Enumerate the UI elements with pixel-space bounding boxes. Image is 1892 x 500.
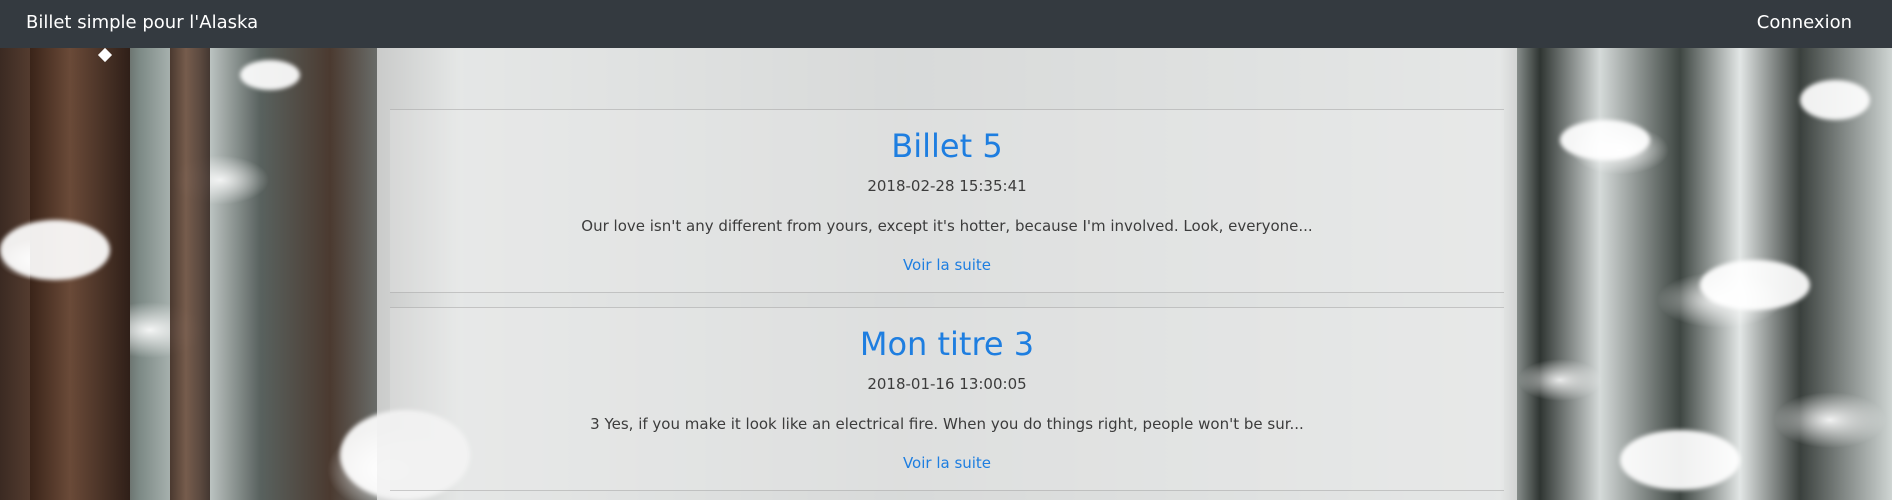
navbar: Billet simple pour l'Alaska Connexion xyxy=(0,0,1892,48)
posts-container: Billet 5 2018-02-28 15:35:41 Our love is… xyxy=(377,48,1517,500)
post-title[interactable]: Mon titre 3 xyxy=(390,324,1504,364)
post-card: Mon titre 3 2018-01-16 13:00:05 3 Yes, i… xyxy=(390,307,1504,491)
post-excerpt: 3 Yes, if you make it look like an elect… xyxy=(590,415,1304,433)
post-date: 2018-02-28 15:35:41 xyxy=(867,177,1027,195)
post-card: Billet 5 2018-02-28 15:35:41 Our love is… xyxy=(390,109,1504,293)
snow-patch xyxy=(1620,430,1740,490)
tree-trunk xyxy=(170,48,210,500)
brand-link[interactable]: Billet simple pour l'Alaska xyxy=(26,11,258,35)
snow-patch xyxy=(1800,80,1870,120)
snow-patch xyxy=(0,220,110,280)
post-title[interactable]: Billet 5 xyxy=(390,126,1504,166)
login-link[interactable]: Connexion xyxy=(1757,11,1852,35)
snow-patch xyxy=(1560,120,1650,160)
post-date: 2018-01-16 13:00:05 xyxy=(867,375,1027,393)
post-excerpt: Our love isn't any different from yours,… xyxy=(581,217,1313,235)
snow-patch xyxy=(240,60,300,90)
read-more-link[interactable]: Voir la suite xyxy=(903,454,991,472)
snow-patch xyxy=(1700,260,1810,310)
read-more-link[interactable]: Voir la suite xyxy=(903,256,991,274)
